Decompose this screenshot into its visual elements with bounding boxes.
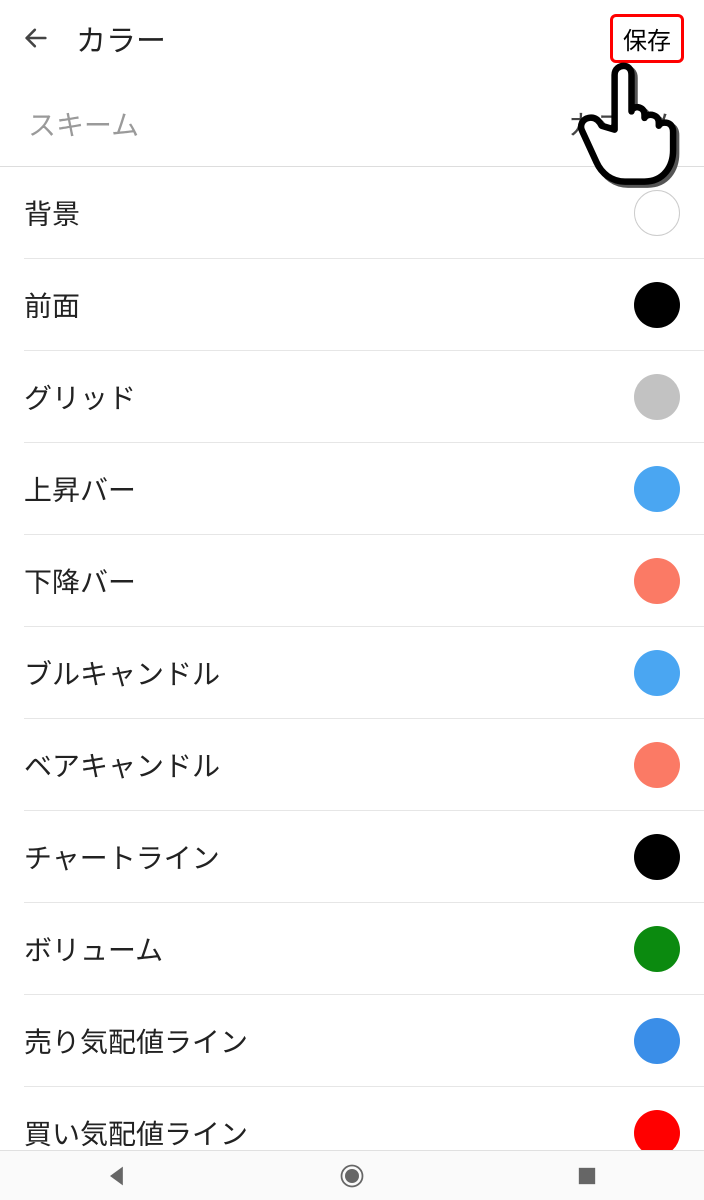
color-item[interactable]: 上昇バー: [24, 443, 704, 535]
color-item[interactable]: 下降バー: [24, 535, 704, 627]
triangle-back-icon: [103, 1162, 131, 1190]
color-swatch[interactable]: [634, 650, 680, 696]
android-navbar: [0, 1150, 704, 1200]
header-left: カラー: [20, 16, 166, 60]
color-item[interactable]: 売り気配値ライン: [24, 995, 704, 1087]
save-button[interactable]: 保存: [610, 14, 684, 63]
color-swatch[interactable]: [634, 926, 680, 972]
nav-back-button[interactable]: [103, 1162, 131, 1190]
color-item-label: 前面: [24, 285, 80, 325]
color-item-label: 買い気配値ライン: [24, 1113, 248, 1153]
color-item-label: ブルキャンドル: [24, 653, 220, 693]
color-item[interactable]: チャートライン: [24, 811, 704, 903]
color-swatch[interactable]: [634, 190, 680, 236]
color-item[interactable]: グリッド: [24, 351, 704, 443]
arrow-left-icon: [22, 24, 50, 52]
square-recent-icon: [573, 1162, 601, 1190]
hand-pointer-icon: [560, 62, 690, 192]
nav-home-button[interactable]: [338, 1162, 366, 1190]
color-swatch[interactable]: [634, 742, 680, 788]
circle-home-icon: [338, 1162, 366, 1190]
back-button[interactable]: [20, 22, 52, 54]
color-list: 背景前面グリッド上昇バー下降バーブルキャンドルベアキャンドルチャートラインボリュ…: [0, 167, 704, 1179]
color-item-label: 上昇バー: [24, 469, 136, 509]
color-item[interactable]: 前面: [24, 259, 704, 351]
color-swatch[interactable]: [634, 558, 680, 604]
color-swatch[interactable]: [634, 466, 680, 512]
color-item-label: グリッド: [24, 377, 136, 417]
color-item-label: チャートライン: [24, 837, 220, 877]
color-item-label: ボリューム: [24, 929, 163, 969]
color-swatch[interactable]: [634, 282, 680, 328]
nav-recent-button[interactable]: [573, 1162, 601, 1190]
color-item-label: 売り気配値ライン: [24, 1021, 248, 1061]
color-item[interactable]: ベアキャンドル: [24, 719, 704, 811]
color-item-label: ベアキャンドル: [24, 745, 220, 785]
color-item-label: 下降バー: [24, 561, 136, 601]
color-item-label: 背景: [24, 193, 80, 233]
color-swatch[interactable]: [634, 1018, 680, 1064]
color-item[interactable]: ブルキャンドル: [24, 627, 704, 719]
color-swatch[interactable]: [634, 1110, 680, 1156]
page-title: カラー: [76, 16, 166, 60]
scheme-label: スキーム: [28, 104, 139, 144]
color-item[interactable]: ボリューム: [24, 903, 704, 995]
color-swatch[interactable]: [634, 834, 680, 880]
color-swatch[interactable]: [634, 374, 680, 420]
